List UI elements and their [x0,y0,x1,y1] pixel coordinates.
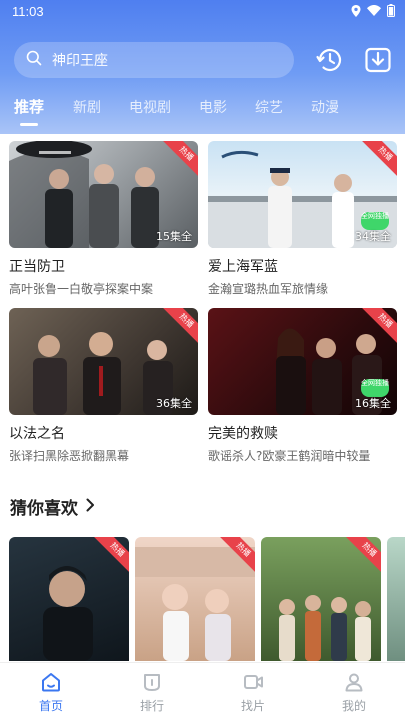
chevron-right-icon [86,497,95,517]
nav-find-video[interactable]: 找片 [223,671,283,714]
nav-label: 我的 [341,699,366,713]
profile-icon [343,671,365,693]
battery-icon [387,4,395,21]
bottom-nav: 首页 排行 找片 我的 [0,662,405,720]
tab-label: 新剧 [73,100,101,116]
tab-label: 综艺 [255,100,283,116]
tab-tv-series[interactable]: 电视剧 [129,97,171,117]
header: 11:03 神印王座 推荐 新剧 电视剧 电影 综艺 动漫 [0,0,405,134]
tab-active-indicator [20,123,38,126]
tab-label: 动漫 [311,100,339,116]
episode-count: 15集全 [156,230,192,243]
wifi-icon [367,5,381,20]
show-card[interactable]: 热播 全网独播 34集全 爱上海军蓝 金瀚宣璐热血军旅情缘 [208,141,397,297]
history-icon [314,48,346,80]
show-card[interactable]: 热播 15集全 正当防卫 高叶张鲁一白敬亭探案中案 [9,141,198,297]
show-poster[interactable]: 热播 全网独播 16集全 [208,308,397,415]
tab-label: 推荐 [14,98,45,116]
tab-recommend[interactable]: 推荐 [14,96,45,126]
history-button[interactable] [314,44,346,76]
section-guess-you-like[interactable]: 猜你喜欢 [10,494,95,519]
show-title: 正当防卫 [9,259,65,275]
show-card[interactable]: 热播 36集全 以法之名 张译扫黑除恶掀翻黑幕 [9,308,198,464]
nav-label: 首页 [38,699,63,713]
show-description: 歌谣杀人?欧豪王鹤润暗中较量 [208,449,371,463]
download-button[interactable] [362,44,394,76]
show-poster[interactable]: 热播 36集全 [9,308,198,415]
episode-count: 36集全 [156,397,192,410]
nav-home[interactable]: 首页 [21,671,81,714]
show-title: 完美的救赎 [208,426,278,442]
nav-ranking[interactable]: 排行 [122,671,182,714]
tab-movie[interactable]: 电影 [199,97,227,117]
category-tabs: 推荐 新剧 电视剧 电影 综艺 动漫 [0,92,405,126]
tab-anime[interactable]: 动漫 [311,97,339,117]
status-bar: 11:03 [0,0,405,24]
poster-art [279,595,371,661]
show-title: 以法之名 [9,426,65,442]
nav-label: 排行 [139,699,164,713]
show-poster[interactable]: 热播 15集全 [9,141,198,248]
video-search-icon [242,671,264,693]
search-icon [26,50,42,70]
show-description: 高叶张鲁一白敬亭探案中案 [9,282,154,296]
search-text: 神印王座 [52,53,108,69]
show-card[interactable]: 热播 全网独播 16集全 完美的救赎 歌谣杀人?欧豪王鹤润暗中较量 [208,308,397,464]
section-title-text: 猜你喜欢 [10,499,78,519]
poster-art [43,566,93,661]
tab-label: 电视剧 [129,100,171,116]
tab-variety[interactable]: 综艺 [255,97,283,117]
home-icon [40,671,62,693]
tab-label: 电影 [199,100,227,116]
poster-art [135,547,255,661]
recommend-item[interactable]: 热播 [9,537,129,661]
nav-profile[interactable]: 我的 [324,671,384,714]
recommend-item[interactable]: 热播 [261,537,381,661]
ranking-icon [141,671,163,693]
episode-count: 16集全 [355,397,391,410]
show-title: 爱上海军蓝 [208,259,278,275]
location-icon [351,4,361,21]
status-time: 11:03 [12,4,44,19]
show-description: 张译扫黑除恶掀翻黑幕 [9,449,130,463]
recommend-row: 热播 热播 热播 [9,537,405,661]
tab-new-drama[interactable]: 新剧 [73,97,101,117]
episode-count: 34集全 [355,230,391,243]
recommend-item[interactable]: 热播 [135,537,255,661]
recommend-item[interactable] [387,537,405,661]
status-icons [351,4,395,21]
nav-label: 找片 [240,699,265,713]
show-poster[interactable]: 热播 全网独播 34集全 [208,141,397,248]
show-description: 金瀚宣璐热血军旅情缘 [208,282,329,296]
download-icon [362,47,394,80]
search-bar[interactable]: 神印王座 [14,42,294,78]
